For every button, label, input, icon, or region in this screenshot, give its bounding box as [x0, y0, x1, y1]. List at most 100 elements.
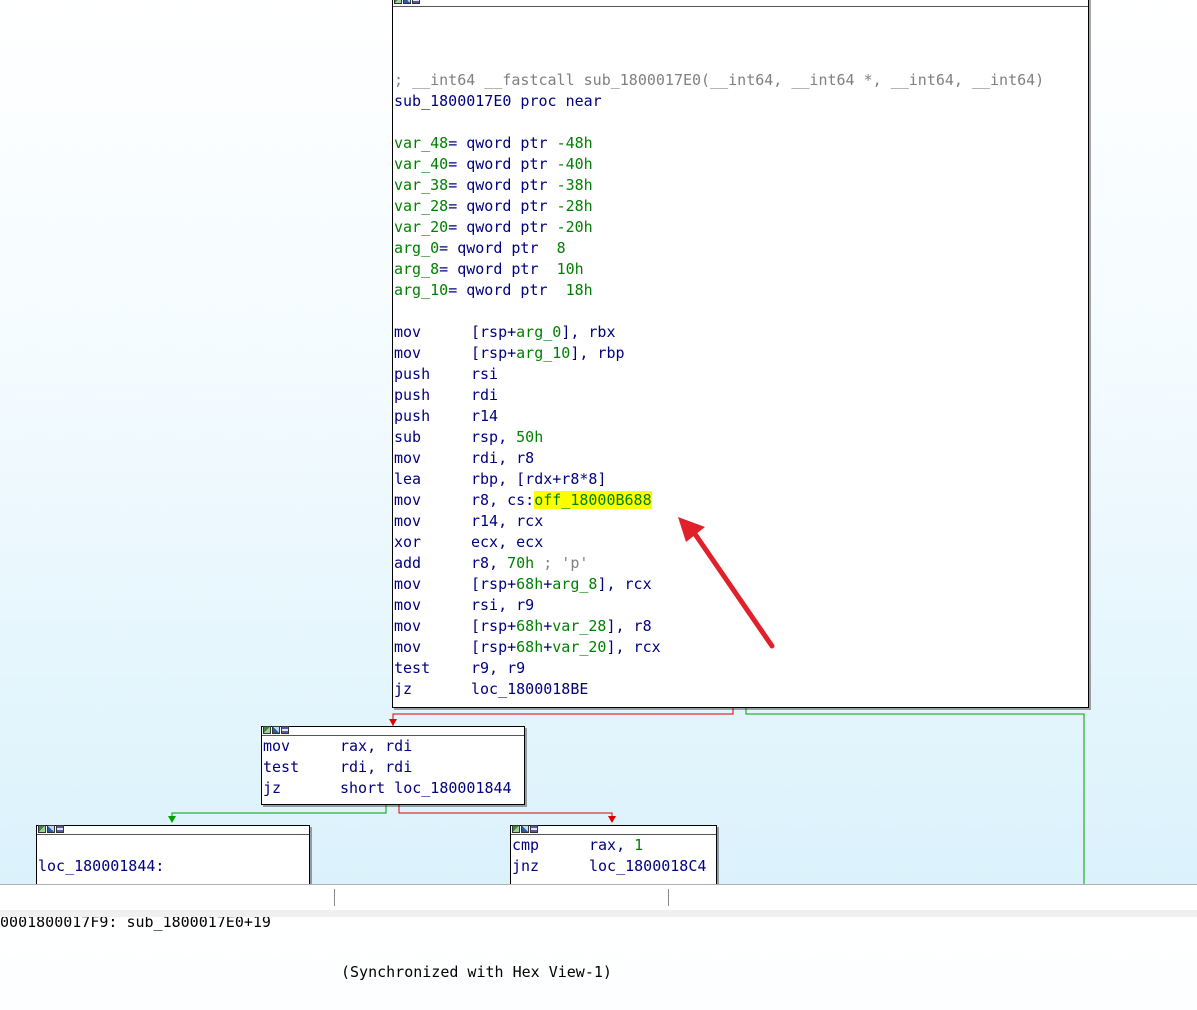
stack-variable[interactable]: var_20= qword ptr -20h	[393, 217, 1088, 238]
variable-type: = qword ptr	[448, 197, 557, 215]
node-toolbar[interactable]	[394, 0, 420, 5]
mnemonic: mov	[394, 491, 422, 509]
node-graph-icon[interactable]	[272, 726, 280, 734]
instruction-line[interactable]: push r14	[393, 406, 1088, 427]
operands: rsi, r9	[471, 596, 535, 614]
node-graph-icon[interactable]	[47, 825, 55, 833]
instruction-line[interactable]: mov [rsp+68h+var_20], rcx	[393, 637, 1088, 658]
variable-offset: -40h	[556, 155, 593, 173]
instruction-line[interactable]: jz short loc_180001844	[262, 778, 524, 799]
instruction-line[interactable]: mov [rsp+arg_10], rbp	[393, 343, 1088, 364]
stack-variable[interactable]: arg_10= qword ptr 18h	[393, 280, 1088, 301]
variable-type: = qword ptr	[439, 260, 557, 278]
instruction-line[interactable]: lea rbp, [rdx+r8*8]	[393, 469, 1088, 490]
operands: r14	[471, 407, 499, 425]
mnemonic: mov	[394, 617, 422, 635]
mnemonic: xor	[394, 533, 422, 551]
mnemonic: test	[263, 758, 300, 776]
operands: r14, rcx	[471, 512, 544, 530]
node-toolbar[interactable]	[512, 825, 538, 834]
node-header	[262, 726, 524, 736]
instruction-line[interactable]: mov rdi, r8	[393, 448, 1088, 469]
operands: rsi	[471, 365, 499, 383]
operands: r8, 70h ; 'p'	[471, 554, 589, 572]
stack-variable[interactable]: var_48= qword ptr -48h	[393, 133, 1088, 154]
node-text-icon[interactable]	[412, 0, 420, 4]
operands: rax, 1	[589, 836, 644, 854]
node-graph-icon[interactable]	[521, 825, 529, 833]
instruction-line[interactable]: mov [rsp+68h+var_28], r8	[393, 616, 1088, 637]
variable-offset: -28h	[556, 197, 593, 215]
instruction-line[interactable]: mov r14, rcx	[393, 511, 1088, 532]
instruction-line[interactable]: add r8, 70h ; 'p'	[393, 553, 1088, 574]
variable-type: = qword ptr	[448, 155, 557, 173]
mnemonic: mov	[394, 638, 422, 656]
instruction-line[interactable]: jnz loc_1800018C4	[511, 856, 716, 877]
stack-variable-list: var_48= qword ptr -48h var_40= qword ptr …	[393, 133, 1088, 301]
status-bar: 00001800017F9: sub_1800017E0+19 (Synchro…	[0, 884, 1197, 981]
instruction-line[interactable]: mov r8, cs:off_18000B688	[393, 490, 1088, 511]
mnemonic: jz	[394, 680, 413, 698]
node-toolbar[interactable]	[38, 825, 64, 834]
stack-variable[interactable]: arg_8= qword ptr 10h	[393, 259, 1088, 280]
instruction-line[interactable]: mov [rsp+arg_0], rbx	[393, 322, 1088, 343]
instruction-list: cmp rax, 1 jnz loc_1800018C4	[511, 835, 716, 877]
node-header	[393, 0, 1088, 7]
status-separator	[668, 889, 669, 906]
instruction-line[interactable]: push rsi	[393, 364, 1088, 385]
variable-type: = qword ptr	[448, 218, 557, 236]
instruction-line[interactable]: mov rsi, r9	[393, 595, 1088, 616]
mnemonic: jz	[263, 779, 282, 797]
mnemonic: jnz	[512, 857, 540, 875]
instruction-line[interactable]: test r9, r9	[393, 658, 1088, 679]
operands: rsp, 50h	[471, 428, 544, 446]
edge-arrowhead	[389, 719, 397, 726]
operands: [rsp+68h+var_20], rcx	[471, 638, 661, 656]
instruction-line[interactable]: mov [rsp+68h+arg_8], rcx	[393, 574, 1088, 595]
node-text-icon[interactable]	[530, 825, 538, 833]
instruction-line[interactable]: sub rsp, 50h	[393, 427, 1088, 448]
operands: rdi, r8	[471, 449, 535, 467]
node-color-icon[interactable]	[38, 825, 46, 833]
operands: loc_1800018BE	[471, 680, 589, 698]
instruction-line[interactable]: push rdi	[393, 385, 1088, 406]
node-toolbar[interactable]	[263, 726, 289, 735]
instruction-line[interactable]: cmp rax, 1	[511, 835, 716, 856]
variable-type: = qword ptr	[439, 239, 557, 257]
instruction-line[interactable]: xor ecx, ecx	[393, 532, 1088, 553]
node-color-icon[interactable]	[394, 0, 402, 4]
node-color-icon[interactable]	[263, 726, 271, 734]
variable-type: = qword ptr	[448, 134, 557, 152]
variable-offset: 10h	[556, 260, 584, 278]
stack-variable[interactable]: var_28= qword ptr -28h	[393, 196, 1088, 217]
operands: [rsp+arg_0], rbx	[471, 323, 616, 341]
node-text-icon[interactable]	[56, 825, 64, 833]
edge-false-node2-to-node4	[398, 804, 613, 822]
operands: rdi	[471, 386, 499, 404]
instruction-line[interactable]: test rdi, rdi	[262, 757, 524, 778]
variable-name: arg_8	[394, 260, 440, 278]
node-graph-icon[interactable]	[403, 0, 411, 4]
operands: rax, rdi	[340, 737, 413, 755]
mnemonic: mov	[394, 323, 422, 341]
variable-name: var_48	[394, 134, 449, 152]
operands: short loc_180001844	[340, 779, 512, 797]
status-sync: (Synchronized with Hex View-1)	[341, 963, 612, 981]
instruction-line[interactable]: mov rax, rdi	[262, 736, 524, 757]
stack-variable[interactable]: arg_0= qword ptr 8	[393, 238, 1088, 259]
variable-name: var_28	[394, 197, 449, 215]
variable-name: var_40	[394, 155, 449, 173]
stack-variable[interactable]: var_38= qword ptr -38h	[393, 175, 1088, 196]
proc-declaration[interactable]: sub_1800017E0 proc near	[393, 91, 1088, 112]
edge-arrowhead	[608, 816, 616, 823]
node-text-icon[interactable]	[281, 726, 289, 734]
node-color-icon[interactable]	[512, 825, 520, 833]
mnemonic: push	[394, 407, 431, 425]
main-code-block[interactable]: ; __int64 __fastcall sub_1800017E0(__int…	[392, 0, 1089, 708]
instruction-line[interactable]: jz loc_1800018BE	[393, 679, 1088, 700]
location-label[interactable]: loc_180001844:	[37, 856, 309, 877]
stack-variable[interactable]: var_40= qword ptr -40h	[393, 154, 1088, 175]
mnemonic: sub	[394, 428, 422, 446]
code-block-test-rdi[interactable]: mov rax, rdi test rdi, rdi jz short loc_18000…	[261, 726, 525, 805]
